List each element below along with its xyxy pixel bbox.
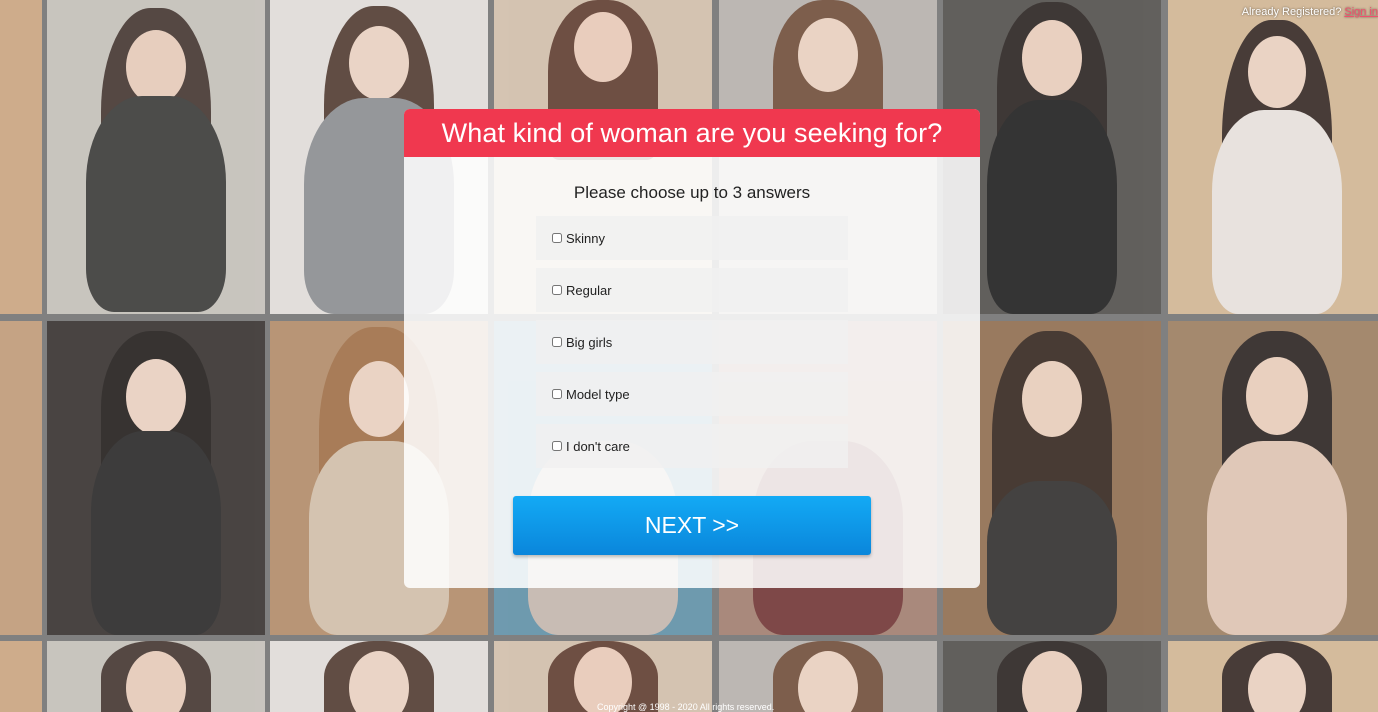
- option-label: Skinny: [566, 230, 606, 246]
- option-regular-checkbox[interactable]: [552, 285, 562, 295]
- sign-in-link[interactable]: Sign in: [1344, 6, 1378, 18]
- modal-title: What kind of woman are you seeking for?: [404, 109, 980, 157]
- option-model-type-checkbox[interactable]: [552, 389, 562, 399]
- option-label: Big girls: [566, 334, 613, 350]
- option-model-type[interactable]: Model type: [536, 372, 848, 416]
- already-registered-text: Already Registered?: [1241, 6, 1342, 18]
- option-regular[interactable]: Regular: [536, 268, 848, 312]
- option-label: I don't care: [566, 438, 630, 454]
- modal-subtitle: Please choose up to 3 answers: [573, 183, 811, 202]
- questionnaire-modal: What kind of woman are you seeking for? …: [404, 109, 980, 588]
- option-dont-care[interactable]: I don't care: [536, 424, 848, 468]
- option-skinny-checkbox[interactable]: [552, 233, 562, 243]
- next-button[interactable]: NEXT >>: [513, 496, 871, 555]
- option-big-girls-checkbox[interactable]: [552, 337, 562, 347]
- option-big-girls[interactable]: Big girls: [536, 320, 848, 364]
- option-dont-care-checkbox[interactable]: [552, 441, 562, 451]
- option-skinny[interactable]: Skinny: [536, 216, 848, 260]
- login-prompt: Already Registered? Sign in: [1242, 6, 1378, 18]
- footer-copyright: Copyright @ 1998 - 2020 All rights reser…: [597, 702, 775, 712]
- answer-options: Skinny Regular Big girls Model type I do…: [536, 216, 848, 476]
- option-label: Model type: [566, 386, 630, 402]
- option-label: Regular: [566, 282, 612, 298]
